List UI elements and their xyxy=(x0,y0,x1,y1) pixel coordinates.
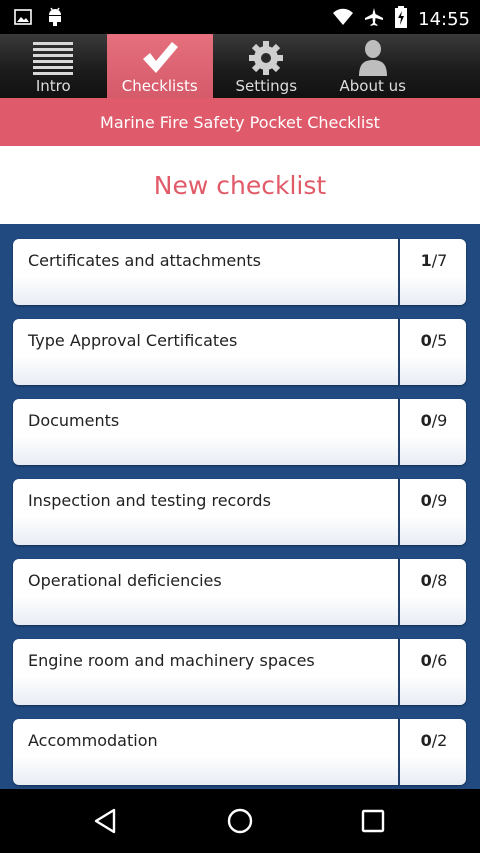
divider xyxy=(398,479,400,545)
battery-charging-icon xyxy=(394,6,408,32)
status-bar: 14:55 xyxy=(0,0,480,34)
divider xyxy=(398,719,400,785)
tab-bar: Intro Checklists Settings About us xyxy=(0,34,480,98)
list-item[interactable]: Accommodation 0/2 xyxy=(13,719,466,785)
back-button[interactable] xyxy=(86,803,126,843)
progress-count: 0/8 xyxy=(420,571,448,590)
home-icon xyxy=(226,807,254,839)
progress-count: 0/9 xyxy=(420,491,448,510)
list-item[interactable]: Documents 0/9 xyxy=(13,399,466,465)
progress-count: 0/6 xyxy=(420,651,448,670)
list-item[interactable]: Inspection and testing records 0/9 xyxy=(13,479,466,545)
divider xyxy=(398,559,400,625)
progress-count: 0/9 xyxy=(420,411,448,430)
checklist-list[interactable]: Certificates and attachments 1/7 Type Ap… xyxy=(0,224,480,789)
wifi-icon xyxy=(332,8,354,30)
back-icon xyxy=(93,808,119,838)
app-title: Marine Fire Safety Pocket Checklist xyxy=(100,112,380,132)
progress-count: 0/5 xyxy=(420,331,448,350)
progress-count: 0/2 xyxy=(420,731,448,750)
divider xyxy=(398,639,400,705)
person-icon xyxy=(320,40,427,76)
app-title-banner: Marine Fire Safety Pocket Checklist xyxy=(0,98,480,146)
list-item-title: Type Approval Certificates xyxy=(28,331,238,350)
recents-button[interactable] xyxy=(353,803,393,843)
list-item[interactable]: Type Approval Certificates 0/5 xyxy=(13,319,466,385)
tab-intro[interactable]: Intro xyxy=(0,34,107,98)
divider xyxy=(398,239,400,305)
list-item[interactable]: Engine room and machinery spaces 0/6 xyxy=(13,639,466,705)
gear-icon xyxy=(213,40,320,76)
system-nav-bar xyxy=(0,789,480,853)
recents-icon xyxy=(361,809,385,837)
menu-lines-icon xyxy=(0,40,107,76)
tab-intro-label: Intro xyxy=(35,77,71,95)
list-item-title: Documents xyxy=(28,411,120,430)
tab-about-us[interactable]: About us xyxy=(320,34,427,98)
tab-settings[interactable]: Settings xyxy=(213,34,320,98)
tab-about-us-label: About us xyxy=(339,77,406,95)
divider xyxy=(398,319,400,385)
list-item[interactable]: Operational deficiencies 0/8 xyxy=(13,559,466,625)
list-item-title: Inspection and testing records xyxy=(28,491,271,510)
list-item[interactable]: Certificates and attachments 1/7 xyxy=(13,239,466,305)
checkmark-icon xyxy=(107,40,214,76)
android-notification-icon xyxy=(46,7,64,31)
tab-checklists[interactable]: Checklists xyxy=(106,34,214,98)
page-title: New checklist xyxy=(153,170,327,200)
airplane-mode-icon xyxy=(364,7,384,31)
divider xyxy=(398,399,400,465)
tab-checklists-label: Checklists xyxy=(121,77,198,95)
tab-settings-label: Settings xyxy=(235,77,298,95)
status-time: 14:55 xyxy=(418,8,470,30)
list-item-title: Operational deficiencies xyxy=(28,571,222,590)
image-notification-icon xyxy=(14,8,32,30)
progress-count: 1/7 xyxy=(420,251,448,270)
list-item-title: Engine room and machinery spaces xyxy=(28,651,315,670)
list-item-title: Accommodation xyxy=(28,731,158,750)
checklist-header: New checklist xyxy=(0,146,480,224)
list-item-title: Certificates and attachments xyxy=(28,251,261,270)
home-button[interactable] xyxy=(220,803,260,843)
